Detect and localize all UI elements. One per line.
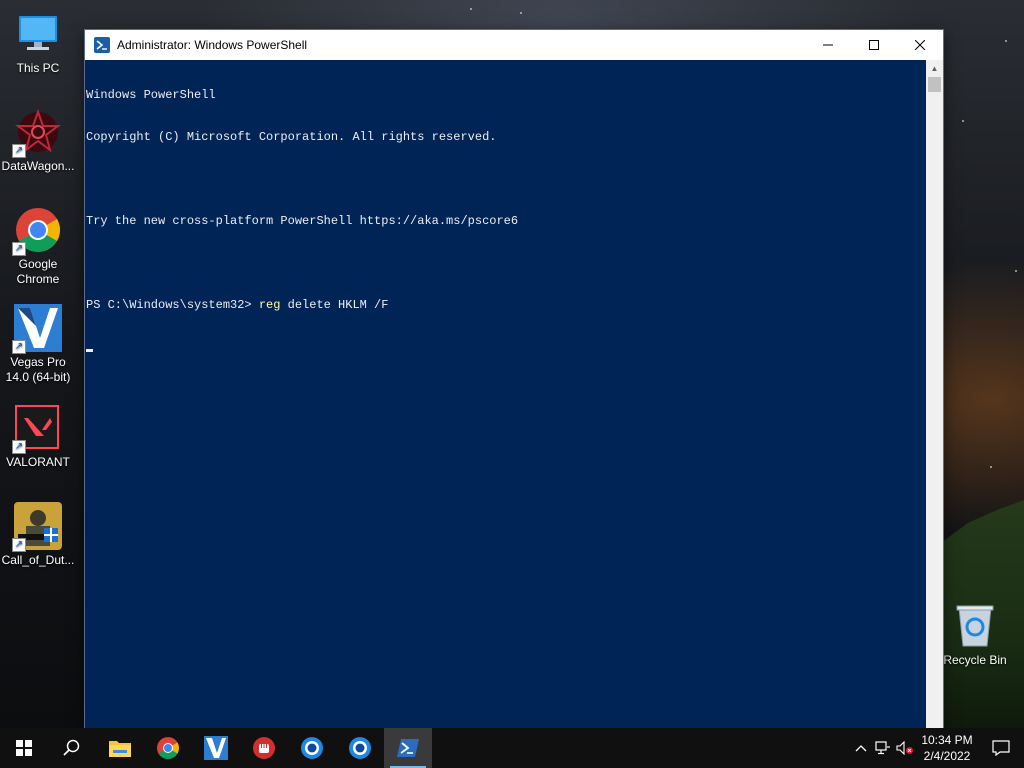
vertical-scrollbar[interactable]: ▲: [926, 60, 943, 728]
app-icon-2: [349, 737, 371, 759]
desktop-icon-label: Vegas Pro 14.0 (64-bit): [5, 355, 71, 384]
taskbar-file-explorer[interactable]: [96, 728, 144, 768]
desktop-icon-vegas-pro[interactable]: ↗ Vegas Pro 14.0 (64-bit): [0, 304, 76, 385]
powershell-icon: [397, 739, 419, 757]
console-output[interactable]: Windows PowerShell Copyright (C) Microso…: [85, 60, 926, 728]
valorant-icon: ↗: [12, 404, 62, 454]
desktop-icon-label: This PC: [16, 61, 60, 75]
console-line: Windows PowerShell: [86, 88, 216, 102]
taskbar-app-2[interactable]: [336, 728, 384, 768]
command-args: delete HKLM /F: [280, 298, 389, 312]
taskbar-powershell[interactable]: [384, 728, 432, 768]
star: [470, 8, 472, 10]
desktop-icon-label: Recycle Bin: [943, 653, 1007, 667]
file-explorer-icon: [109, 741, 131, 757]
shortcut-arrow-icon: ↗: [12, 538, 26, 552]
taskbar-chrome[interactable]: [144, 728, 192, 768]
star: [1015, 270, 1017, 272]
desktop-icon-label: Call_of_Dut...: [1, 553, 75, 567]
search-button[interactable]: [48, 728, 96, 768]
desktop-icon-valorant[interactable]: ↗ VALORANT: [0, 404, 76, 470]
taskbar-app-1[interactable]: [288, 728, 336, 768]
maximize-button[interactable]: [851, 30, 897, 60]
minimize-button[interactable]: [805, 30, 851, 60]
shortcut-arrow-icon: ↗: [12, 242, 26, 256]
chrome-icon: ↗: [12, 206, 62, 256]
call-of-duty-icon: ↗: [12, 502, 62, 552]
vegas-icon: [204, 736, 228, 760]
network-icon: [875, 741, 890, 755]
clock-time: 10:34 PM: [921, 733, 973, 747]
chrome-icon: [157, 737, 179, 759]
system-tray: 10:34 PM 2/4/2022: [850, 728, 1024, 768]
window-title: Administrator: Windows PowerShell: [117, 38, 308, 52]
scrollbar-thumb[interactable]: [928, 77, 941, 92]
desktop-icon-datawagon[interactable]: ↗ DataWagon...: [0, 108, 76, 174]
datawagon-icon: ↗: [12, 108, 62, 158]
shortcut-arrow-icon: ↗: [12, 340, 26, 354]
shortcut-arrow-icon: ↗: [12, 440, 26, 454]
chevron-up-icon: [855, 745, 867, 752]
computer-icon: [14, 10, 62, 58]
desktop-icon-label: DataWagon...: [1, 159, 75, 173]
command-line: PS C:\Windows\system32> reg delete HKLM …: [85, 298, 926, 312]
volume-button[interactable]: [894, 728, 916, 768]
vegas-icon: ↗: [12, 304, 62, 354]
volume-muted-icon: [896, 741, 913, 755]
desktop-icon-label: VALORANT: [6, 455, 70, 469]
taskbar-fist-app[interactable]: [240, 728, 288, 768]
close-icon: [915, 40, 925, 50]
app-icon-1: [301, 737, 323, 759]
desktop-icon-recycle-bin[interactable]: Recycle Bin: [937, 602, 1013, 668]
desktop-icon-label: Google Chrome: [16, 257, 60, 286]
taskbar: 10:34 PM 2/4/2022: [0, 728, 1024, 768]
prompt: PS C:\Windows\system32>: [86, 298, 259, 312]
command-keyword: reg: [258, 298, 281, 312]
powershell-icon: [94, 37, 110, 53]
notification-icon: [992, 740, 1010, 756]
close-button[interactable]: [897, 30, 943, 60]
desktop-icon-this-pc[interactable]: This PC: [0, 10, 76, 76]
clock-date: 2/4/2022: [923, 749, 971, 763]
text-cursor: [86, 349, 93, 352]
fist-app-icon: [253, 737, 275, 759]
start-button[interactable]: [0, 728, 48, 768]
console-line: Copyright (C) Microsoft Corporation. All…: [86, 130, 497, 144]
desktop-icon-google-chrome[interactable]: ↗ Google Chrome: [0, 206, 76, 287]
cursor-line: [85, 340, 926, 354]
desktop-icon-call-of-duty[interactable]: ↗ Call_of_Dut...: [0, 502, 76, 568]
star: [1005, 40, 1007, 42]
action-center-button[interactable]: [978, 728, 1024, 768]
recycle-bin-icon: [951, 602, 999, 650]
shortcut-arrow-icon: ↗: [12, 144, 26, 158]
start-icon: [16, 740, 32, 756]
star: [520, 12, 522, 14]
search-icon: [63, 739, 80, 756]
scroll-up-icon[interactable]: ▲: [926, 60, 943, 77]
network-button[interactable]: [872, 728, 894, 768]
clock[interactable]: 10:34 PM 2/4/2022: [916, 732, 978, 764]
powershell-window[interactable]: Administrator: Windows PowerShell Window…: [85, 30, 943, 728]
minimize-icon: [823, 44, 833, 46]
console-line: Try the new cross-platform PowerShell ht…: [86, 214, 519, 228]
star: [990, 466, 992, 468]
maximize-icon: [869, 40, 879, 50]
window-titlebar[interactable]: Administrator: Windows PowerShell: [85, 30, 943, 60]
taskbar-vegas[interactable]: [192, 728, 240, 768]
show-hidden-icons-button[interactable]: [850, 728, 872, 768]
star: [962, 120, 964, 122]
